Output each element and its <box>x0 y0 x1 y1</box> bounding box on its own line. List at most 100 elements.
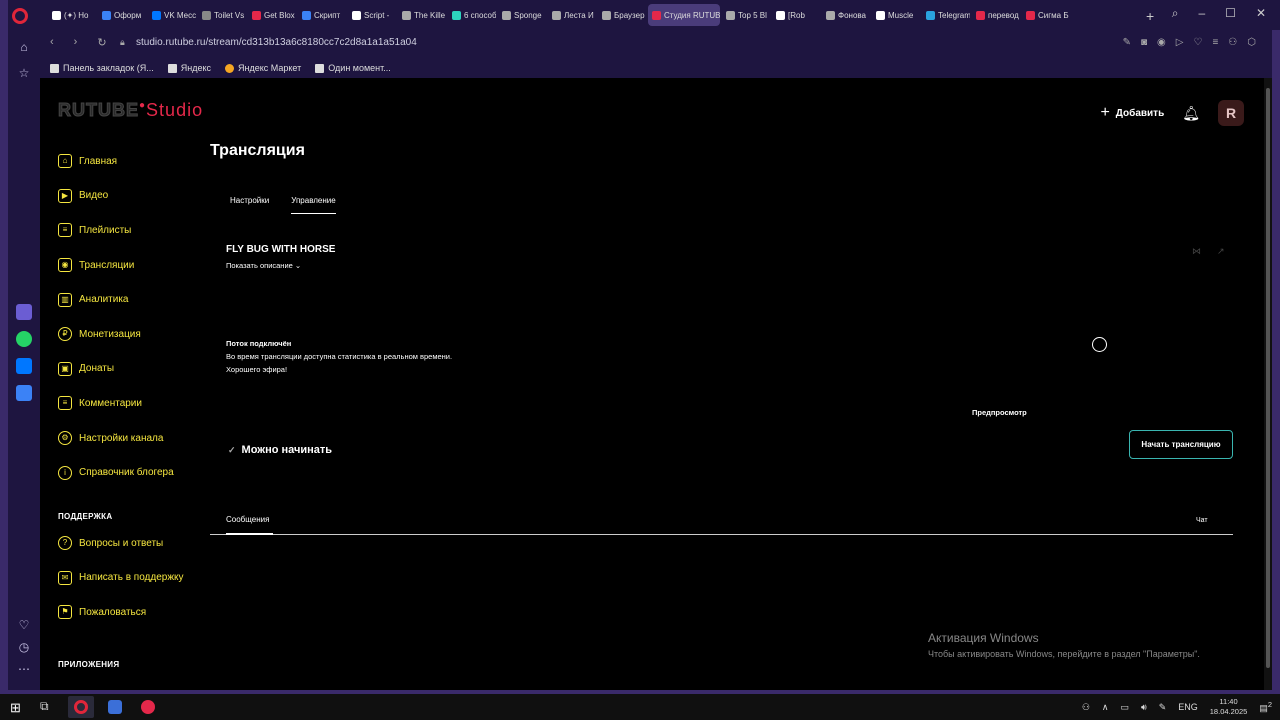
browser-tab[interactable]: перевод <box>972 4 1020 26</box>
opera-taskbar-icon[interactable] <box>68 696 94 718</box>
favorite-icon[interactable]: ♡ <box>1193 37 1202 48</box>
sidebar-item-video[interactable]: ▶ Видео <box>58 179 208 214</box>
sidebar-item-playlist[interactable]: ≡ Плейлисты <box>58 213 208 248</box>
sidebar-item-broadcast[interactable]: ◉ Трансляции <box>58 248 208 283</box>
browser-tab[interactable]: Оформ <box>98 4 146 26</box>
bookmark-one-moment[interactable]: Один момент... <box>315 63 391 73</box>
play-icon[interactable]: ▷ <box>1176 37 1184 48</box>
tab-messages[interactable]: Сообщения <box>226 515 269 524</box>
edit-icon[interactable]: ✎ <box>1123 37 1131 48</box>
tab-management[interactable]: Управление <box>291 196 336 214</box>
mail-icon: ✉ <box>58 570 72 585</box>
browser-tab[interactable]: (✦) Но <box>48 4 96 26</box>
external-link-icon[interactable]: ↗ <box>1217 246 1225 257</box>
bookmark-yandex-market[interactable]: Яндекс Маркет <box>224 63 301 73</box>
tab-settings[interactable]: Настройки <box>230 196 269 214</box>
reload-icon[interactable]: ↻ <box>97 36 106 49</box>
sidebar-item-question[interactable]: ? Вопросы и ответы <box>58 526 208 561</box>
minimize-icon[interactable]: – <box>1198 6 1205 21</box>
extensions-icon[interactable]: ⬡ <box>1247 37 1256 48</box>
browser-tab[interactable]: Sponge <box>498 4 546 26</box>
url-field[interactable]: studio.rutube.ru/stream/cd313b13a6c8180c… <box>136 37 417 48</box>
browser-tab[interactable]: Студия RUTUB <box>648 4 720 26</box>
clock[interactable]: 11:40 18.04.2025 <box>1210 697 1248 717</box>
sidebar-item-flag[interactable]: ⚑ Пожаловаться <box>58 595 208 630</box>
roblox-studio-taskbar-icon[interactable] <box>102 696 128 718</box>
sidebar-item-ruble[interactable]: ₽ Монетизация <box>58 317 208 352</box>
browser-tab[interactable]: Леста И <box>548 4 596 26</box>
browser-tab[interactable]: Muscle <box>872 4 920 26</box>
new-tab-icon[interactable]: + <box>1146 8 1154 24</box>
bell-icon[interactable]: 🔔︎ <box>1182 105 1200 122</box>
show-description-toggle[interactable]: Показать описание ⌄ <box>226 261 301 270</box>
browser-tab[interactable]: VK Месс <box>148 4 196 26</box>
tab-chat[interactable]: Чат <box>1196 517 1208 524</box>
app-icon[interactable] <box>16 385 32 401</box>
browser-tab[interactable]: Сигма Б <box>1022 4 1070 26</box>
bookmark-panel[interactable]: Панель закладок (Я... <box>50 63 154 73</box>
browser-tab[interactable]: Браузер <box>598 4 646 26</box>
roblox-taskbar-icon[interactable] <box>135 696 161 718</box>
people-icon[interactable]: ⚇ <box>1082 702 1090 713</box>
rutube-studio-logo[interactable]: RUTUBE●Studio <box>58 100 203 121</box>
scrollbar[interactable] <box>1264 78 1272 690</box>
sidebar-item-mail[interactable]: ✉ Написать в поддержку <box>58 561 208 596</box>
add-button[interactable]: + Добавить <box>1100 104 1164 122</box>
windows-start-icon[interactable]: ⊞ <box>10 700 21 716</box>
sidebar-item-label: Настройки канала <box>79 432 164 444</box>
sidebar-item-info[interactable]: i Справочник блогера <box>58 455 208 490</box>
sidebar-item-gear[interactable]: ⚙ Настройки канала <box>58 421 208 456</box>
home-icon[interactable]: ⌂ <box>17 40 31 54</box>
opera-logo-icon[interactable] <box>12 8 28 24</box>
maximize-icon[interactable]: ☐ <box>1225 6 1236 21</box>
sidebar-item-donate[interactable]: ▣ Донаты <box>58 352 208 387</box>
avatar[interactable]: R <box>1218 100 1244 126</box>
browser-tab[interactable]: 6 способ <box>448 4 496 26</box>
tab-favicon-icon <box>826 10 835 20</box>
windows-activation-watermark: Активация Windows Чтобы активировать Win… <box>928 631 1200 659</box>
stream-actions: ⋈ ↗ <box>1192 246 1225 257</box>
page-title: Трансляция <box>210 142 305 159</box>
vk-icon[interactable] <box>16 358 32 374</box>
heart-icon[interactable]: ♡ <box>17 618 31 632</box>
tab-favicon-icon <box>552 10 561 20</box>
close-icon[interactable]: ✕ <box>1256 6 1266 21</box>
search-tabs-icon[interactable]: ⌕ <box>1172 6 1179 21</box>
browser-tab[interactable]: Get Blox <box>248 4 296 26</box>
more-icon[interactable]: ⋯ <box>17 662 31 676</box>
menu-icon[interactable]: ≡ <box>1212 37 1218 48</box>
back-icon[interactable]: ‹ <box>50 36 54 49</box>
video-icon: ▶ <box>58 188 72 203</box>
history-icon[interactable]: ◷ <box>17 640 31 654</box>
browser-tab[interactable]: The Kille <box>398 4 446 26</box>
chevron-up-icon[interactable]: ∧ <box>1102 702 1109 713</box>
sidebar-item-analytics[interactable]: ▥ Аналитика <box>58 282 208 317</box>
network-icon[interactable]: ▭ <box>1121 702 1130 713</box>
browser-tab[interactable]: Скрипт <box>298 4 346 26</box>
notifications-icon[interactable]: ▤2 <box>1259 700 1272 714</box>
browser-tab[interactable]: Top 5 Bl <box>722 4 770 26</box>
sidebar-item-comment[interactable]: ≡ Комментарии <box>58 386 208 421</box>
browser-tab[interactable]: [Rob <box>772 4 820 26</box>
scroll-thumb[interactable] <box>1266 88 1270 668</box>
browser-tab[interactable]: Фонова <box>822 4 870 26</box>
browser-tab[interactable]: Toilet Vs <box>198 4 246 26</box>
aria-icon[interactable] <box>16 304 32 320</box>
camera-icon[interactable]: ◙ <box>1141 37 1147 48</box>
share-icon[interactable]: ⋈ <box>1192 246 1201 257</box>
browser-tab[interactable]: Telegram <box>922 4 970 26</box>
sidebar-item-home[interactable]: ⌂ Главная <box>58 144 208 179</box>
vpn-icon[interactable]: ◉ <box>1157 37 1166 48</box>
profile-icon[interactable]: ⚇ <box>1228 37 1237 48</box>
whatsapp-icon[interactable] <box>16 331 32 347</box>
forward-icon[interactable]: › <box>74 36 78 49</box>
start-stream-button[interactable]: Начать трансляцию <box>1129 430 1233 459</box>
pen-icon[interactable]: ✎ <box>1159 702 1167 713</box>
bookmark-yandex[interactable]: Яндекс <box>167 63 211 73</box>
browser-tab[interactable]: Script - <box>348 4 396 26</box>
stream-title: FLY BUG WITH HORSE <box>226 244 336 255</box>
task-view-icon[interactable]: ⧉ <box>40 699 49 714</box>
pinboard-icon[interactable]: ☆ <box>17 66 31 80</box>
language-indicator[interactable]: ENG <box>1178 702 1198 712</box>
volume-icon[interactable]: 🔊︎ <box>1141 702 1147 713</box>
